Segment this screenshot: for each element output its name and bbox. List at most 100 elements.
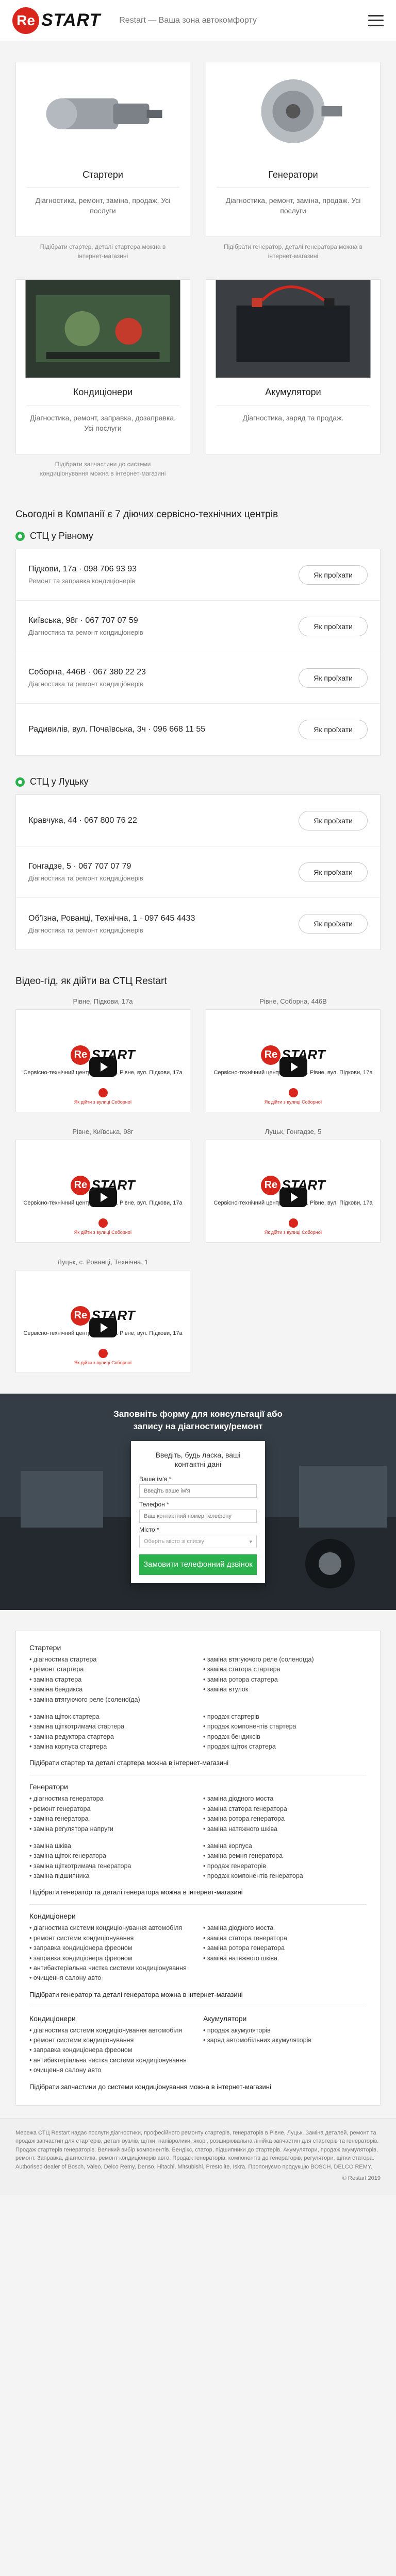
list-item: заміна бендикса [29,1685,193,1694]
list-item: діагностика системи кондиціонування авто… [29,2026,193,2036]
list-item: продаж компонентів генератора [203,1871,367,1881]
copyright: © Restart 2019 [342,2175,381,2181]
shop-link[interactable]: Підібрати генератор та деталі генератора… [29,1888,367,1896]
center-phone[interactable]: 098 706 93 93 [84,565,137,573]
name-input[interactable] [139,1484,257,1498]
lutsk-centers: Кравчука, 44 · 067 800 76 22 Як проїхати… [15,794,381,950]
city-label: Місто * [139,1526,159,1534]
center-row: Об'їзна, Рованці, Технічна, 1 · 097 645 … [16,898,380,950]
list-item: ремонт генератора [29,1804,193,1814]
list-item: заміна редуктора стартера [29,1732,193,1742]
list-item: антибактеріальна чистка системи кондиціо… [29,2056,193,2065]
list-item: продаж стартерів [203,1712,367,1722]
center-row: Соборна, 446В · 067 380 22 23 Діагностик… [16,652,380,704]
footer-text: Мережа СТЦ Restart надає послуги діагнос… [15,2129,379,2170]
video-caption: Рівне, Київська, 98г [72,1128,134,1136]
center-street: Радивилів, вул. Почаївська, 3ч [28,725,146,734]
video-item: Луцьк, с. Рованці, Технічна, 1 Re START С… [15,1258,190,1373]
route-button[interactable]: Як проїхати [299,616,368,636]
list-item: діагностика системи кондиціонування авто… [29,1923,193,1933]
city-label: СТЦ у Луцьку [30,776,89,787]
center-phone[interactable]: 067 707 07 59 [85,616,138,625]
center-phone[interactable]: 067 707 07 79 [78,862,131,871]
list-item: заміна щіткотримача стартера [29,1722,193,1732]
list-column: продаж стартерів продаж компонентів стар… [203,1712,367,1752]
video-player[interactable]: ReSTART Сервісно-технічний центр Restart… [15,1270,190,1373]
route-button[interactable]: Як проїхати [299,668,368,688]
service-card[interactable]: Кондиціонери Діагностика, ремонт, заправ… [15,279,190,454]
phone-input[interactable] [139,1510,257,1523]
centers-title: Сьогодні в Компанії є 7 діючих сервісно-… [15,509,278,520]
center-phone[interactable]: 096 668 11 55 [153,725,205,734]
service-desc: Діагностика, ремонт, заправка, дозаправк… [29,414,176,433]
site-tagline: Restart — Ваша зона автокомфорту [119,15,257,25]
video-footer: Як дійти з вулиці Соборної [265,1218,322,1235]
video-footer: Як дійти з вулиці Соборної [74,1218,131,1235]
shop-link[interactable]: Підібрати запчастини до системи кондиціо… [29,2083,367,2091]
list-item: очищення салону авто [29,2065,193,2075]
battery-image [206,280,380,378]
list-column: заміна корпуса заміна ремня генератора п… [203,1841,367,1882]
list-heading: Акумулятори [203,2014,247,2023]
service-note[interactable]: Підібрати запчастини до системи кондиціо… [15,454,190,478]
center-street: Кравчука, 44 [28,816,77,825]
shop-link[interactable]: Підібрати стартер та деталі стартера мож… [29,1759,367,1767]
list-item: заміна стартера [29,1675,193,1685]
play-icon[interactable] [89,1318,117,1337]
service-note[interactable]: Підібрати стартер, деталі стартера можна… [15,237,190,261]
list-heading: Кондиціонери [29,2014,76,2023]
service-card[interactable]: Акумулятори Діагностика, заряд та продаж… [206,279,381,454]
service-ac: Кондиціонери Діагностика, ремонт, заправ… [15,279,190,478]
list-item: заміна статора генератора [203,1804,367,1814]
list-item: заміна діодного моста [203,1794,367,1804]
service-note[interactable]: Підібрати генератор, деталі генератора м… [206,237,381,261]
list-item: заміна втягуючого реле (соленоїда) [29,1695,193,1705]
video-item: Луцьк, Гонгадзе, 5 Re START Сервісно-техн… [206,1128,381,1243]
location-pin-icon [15,777,25,787]
list-item: заміна натяжного шківа [203,1954,367,1963]
list-column: діагностика стартера ремонт стартера зам… [29,1655,193,1705]
center-address: Київська, 98г · 067 707 07 59 Діагностик… [28,616,143,636]
route-button[interactable]: Як проїхати [299,720,368,739]
form-title: Заповніть форму для консультації або зап… [113,1409,283,1431]
logo-start: START [41,10,101,30]
shop-link[interactable]: Підібрати генератор та деталі генератора… [29,1991,367,1998]
service-card[interactable]: Генератори Діагностика, ремонт, заміна, … [206,62,381,237]
route-button[interactable]: Як проїхати [299,862,368,882]
video-player[interactable]: ReSTART Сервісно-технічний центр Restart… [206,1009,381,1112]
play-icon[interactable] [89,1188,117,1207]
play-icon[interactable] [279,1188,307,1207]
service-desc: Діагностика, заряд та продаж. [242,414,344,422]
site-logo[interactable]: Re START [12,6,101,35]
city-rivne: СТЦ у Рівному [0,531,396,549]
center-row: Кравчука, 44 · 067 800 76 22 Як проїхати [16,795,380,846]
center-row: Гонгадзе, 5 · 067 707 07 79 Діагностика … [16,846,380,898]
center-phone[interactable]: 067 800 76 22 [84,816,137,825]
route-button[interactable]: Як проїхати [299,914,368,934]
video-player[interactable]: ReSTART Сервісно-технічний центр Restart… [15,1140,190,1243]
play-icon[interactable] [89,1057,117,1077]
list-item: заміна корпуса [203,1841,367,1851]
video-caption: Рівне, Соборна, 446В [259,997,327,1005]
city-select[interactable]: Оберіть місто зі списку ▾ [139,1535,257,1549]
route-button[interactable]: Як проїхати [299,565,368,585]
list-item: продаж щіток стартера [203,1742,367,1752]
list-item: заміна натяжного шківа [203,1824,367,1834]
submit-button[interactable]: Замовити телефонний дзвінок [139,1554,257,1575]
list-heading: Генератори [29,1783,68,1791]
center-street: Гонгадзе, 5 [28,862,71,871]
list-item: заміна втулок [203,1685,367,1694]
list-item: заміна діодного моста [203,1923,367,1933]
center-phone[interactable]: 067 380 22 23 [93,668,146,676]
city-lutsk: СТЦ у Луцьку [0,776,396,794]
menu-icon[interactable] [368,14,384,26]
service-card[interactable]: Стартери Діагностика, ремонт, заміна, пр… [15,62,190,237]
play-icon[interactable] [279,1057,307,1077]
route-button[interactable]: Як проїхати [299,810,368,831]
battery-column: Акумулятори продаж акумуляторів заряд ав… [203,2014,367,2076]
video-player[interactable]: ReSTART Сервісно-технічний центр Restart… [15,1009,190,1112]
video-caption: Рівне, Підкови, 17а [73,997,133,1005]
list-item: заміна шківа [29,1841,193,1851]
center-phone[interactable]: 097 645 4433 [145,914,195,923]
video-player[interactable]: ReSTART Сервісно-технічний центр Restart… [206,1140,381,1243]
